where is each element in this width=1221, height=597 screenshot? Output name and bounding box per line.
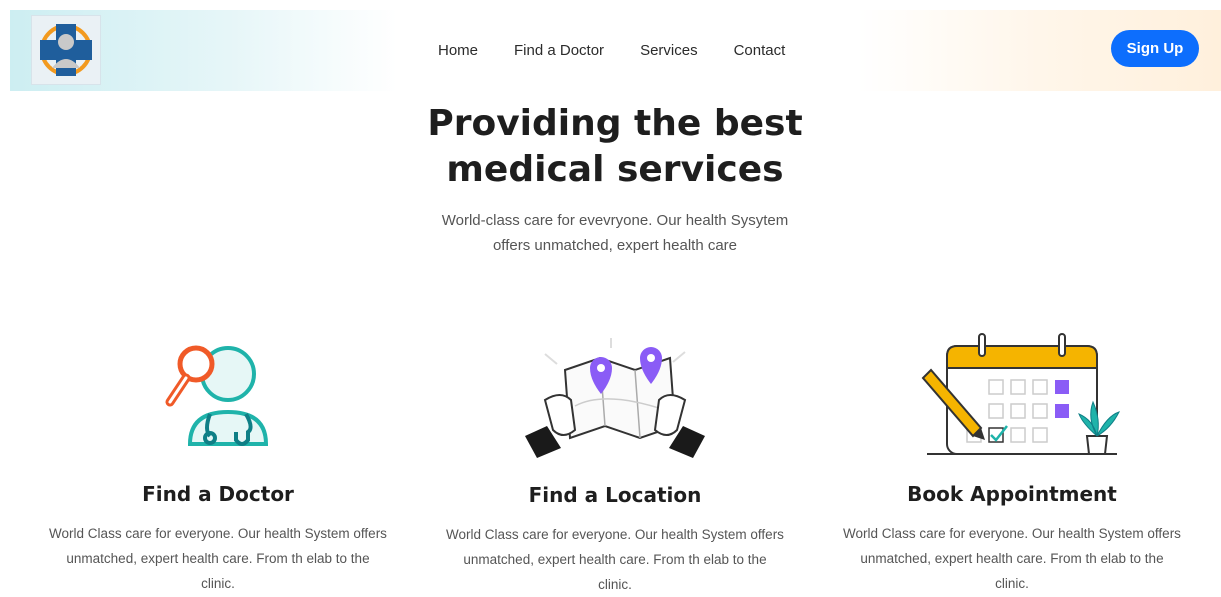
main-nav: Home Find a Doctor Services Contact (438, 10, 785, 91)
calendar-appointment-icon (921, 333, 1120, 455)
card-description-line-2: unmatched, expert health care. From th e… (860, 551, 1164, 566)
card-description-line-3: clinic. (201, 576, 235, 591)
map-location-icon (525, 338, 705, 458)
card-book-appointment[interactable]: Book Appointment World Class care for ev… (822, 320, 1202, 591)
site-header: Home Find a Doctor Services Contact Sign… (10, 10, 1221, 91)
nav-contact[interactable]: Contact (734, 42, 786, 59)
card-description: World Class care for everyone. Our healt… (28, 521, 408, 596)
doctor-search-icon (165, 345, 269, 446)
nav-home[interactable]: Home (438, 42, 478, 59)
card-description: World Class care for everyone. Our healt… (822, 521, 1202, 596)
hero-subtitle-line-2: offers unmatched, expert health care (492, 237, 738, 254)
hero-subtitle: World-class care for evevryone. Our heal… (410, 208, 820, 258)
hero-title-line-2: medical services (446, 149, 784, 190)
hero-subtitle-line-1: World-class care for evevryone. Our heal… (441, 212, 789, 229)
nav-find-a-doctor[interactable]: Find a Doctor (514, 42, 604, 59)
card-find-a-doctor[interactable]: Find a Doctor World Class care for every… (28, 320, 408, 591)
card-description-line-1: World Class care for everyone. Our healt… (843, 526, 1181, 541)
card-title: Find a Location (528, 483, 702, 507)
card-description-line-3: clinic. (598, 577, 632, 592)
logo[interactable] (31, 15, 101, 85)
card-title: Book Appointment (907, 482, 1117, 506)
card-description-line-1: World Class care for everyone. Our healt… (446, 527, 784, 542)
card-description-line-3: clinic. (995, 576, 1029, 591)
hero-title: Providing the best medical services (360, 101, 870, 193)
hero-title-line-1: Providing the best (427, 103, 803, 144)
card-title: Find a Doctor (142, 482, 294, 506)
card-find-a-location[interactable]: Find a Location World Class care for eve… (425, 320, 805, 592)
card-description-line-2: unmatched, expert health care. From th e… (66, 551, 370, 566)
doctor-cross-logo-icon (40, 24, 92, 76)
nav-services[interactable]: Services (640, 42, 698, 59)
sign-up-button[interactable]: Sign Up (1111, 30, 1199, 67)
card-description-line-1: World Class care for everyone. Our healt… (49, 526, 387, 541)
card-description-line-2: unmatched, expert health care. From th e… (463, 552, 767, 567)
